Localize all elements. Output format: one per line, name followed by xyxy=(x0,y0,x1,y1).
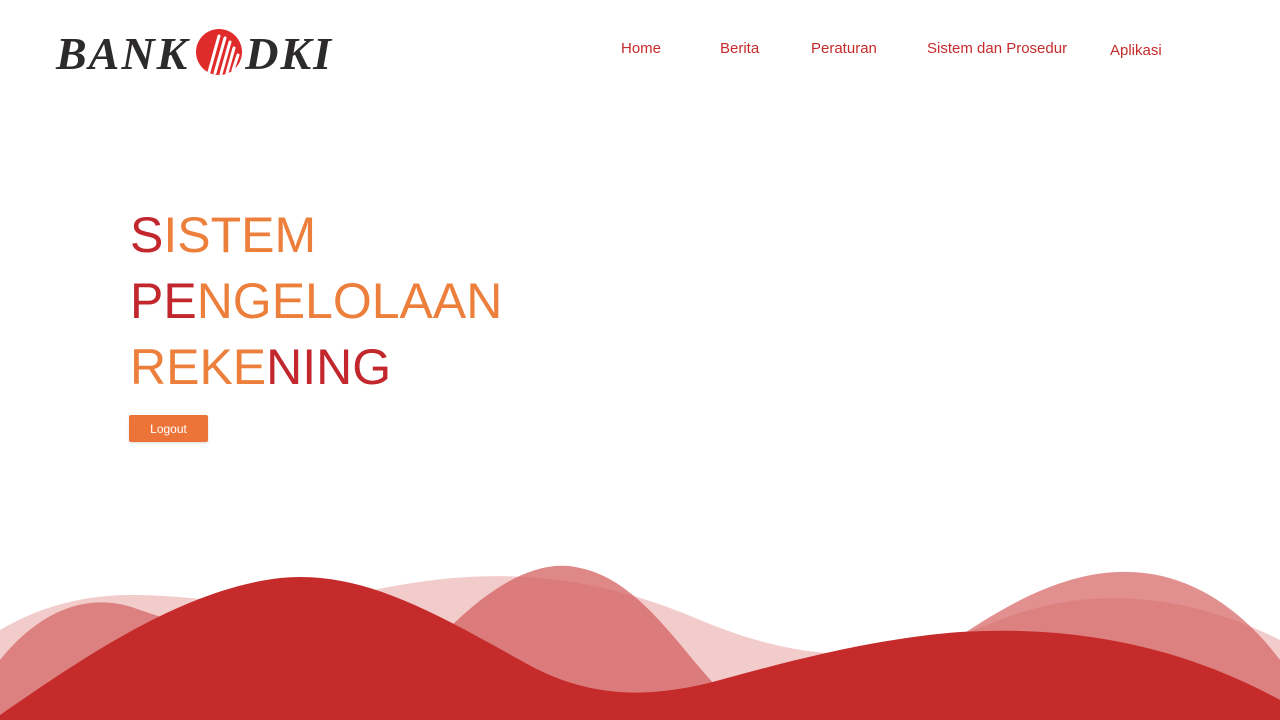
logout-button[interactable]: Logout xyxy=(129,415,208,442)
top-navigation: Home Berita Peraturan Sistem dan Prosedu… xyxy=(0,40,1280,64)
title-line-1: SISTEM xyxy=(130,207,317,263)
nav-item-sistem-dan-prosedur[interactable]: Sistem dan Prosedur xyxy=(927,40,1067,57)
decorative-waves xyxy=(0,565,1280,720)
title-line-2: PENGELOLAAN xyxy=(130,273,503,329)
nav-item-berita[interactable]: Berita xyxy=(720,40,759,57)
title-line-3: REKENING xyxy=(130,339,392,395)
nav-item-aplikasi[interactable]: Aplikasi xyxy=(1110,42,1162,59)
page-title: SISTEM PENGELOLAAN REKENING xyxy=(130,202,502,400)
nav-item-home[interactable]: Home xyxy=(621,40,661,57)
nav-item-peraturan[interactable]: Peraturan xyxy=(811,40,877,57)
